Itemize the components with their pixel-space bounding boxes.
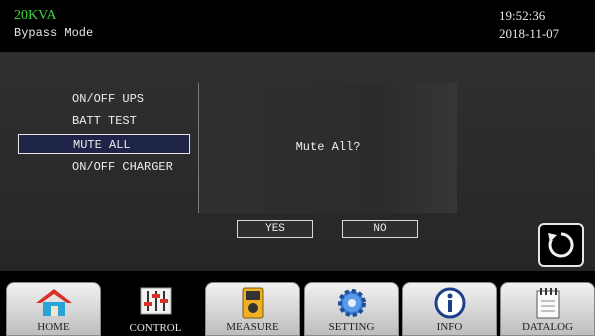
back-button[interactable]	[538, 223, 584, 267]
info-icon	[434, 287, 465, 319]
refresh-icon	[548, 232, 574, 258]
clock-time: 19:52:36	[499, 8, 546, 23]
meter-icon	[242, 287, 263, 319]
bottom-nav: HOME CONTROL MEASURE SETTING INFO DATALO…	[0, 271, 595, 336]
menu-item-batt-test[interactable]: BATT TEST	[18, 111, 190, 131]
tab-datalog[interactable]: DATALOG	[500, 282, 595, 336]
tab-setting-label: SETTING	[328, 321, 375, 333]
tab-control-label: CONTROL	[129, 322, 182, 334]
yes-button[interactable]: YES	[237, 220, 313, 238]
tab-info[interactable]: INFO	[402, 282, 497, 336]
ups-screen: 20KVA Bypass Mode 19:52:36 2018-11-07 ON…	[0, 0, 595, 336]
menu-item-mute-all[interactable]: MUTE ALL	[18, 134, 190, 154]
tab-info-label: INFO	[436, 321, 463, 333]
confirm-dialog: Mute All?	[198, 83, 457, 213]
tab-measure[interactable]: MEASURE	[205, 282, 300, 336]
tab-datalog-label: DATALOG	[521, 321, 574, 333]
control-panel: ON/OFF UPS BATT TEST MUTE ALL ON/OFF CHA…	[0, 53, 595, 271]
sliders-icon	[140, 287, 171, 315]
menu-item-onoff-charger[interactable]: ON/OFF CHARGER	[18, 157, 190, 177]
menu-item-onoff-ups[interactable]: ON/OFF UPS	[18, 89, 190, 109]
clock-date: 2018-11-07	[499, 26, 560, 41]
notebook-icon	[536, 288, 559, 319]
tab-home-label: HOME	[37, 321, 70, 333]
gear-icon	[337, 289, 366, 317]
tab-home[interactable]: HOME	[6, 282, 101, 336]
tab-measure-label: MEASURE	[226, 321, 279, 333]
tab-control[interactable]: CONTROL	[108, 282, 203, 336]
ups-model: 20KVA	[14, 8, 57, 23]
operating-mode: Bypass Mode	[14, 26, 94, 40]
status-header: 20KVA Bypass Mode 19:52:36 2018-11-07	[0, 0, 595, 53]
no-button[interactable]: NO	[342, 220, 418, 238]
tab-setting[interactable]: SETTING	[304, 282, 399, 336]
dialog-message: Mute All?	[295, 140, 361, 154]
house-icon	[35, 289, 72, 316]
